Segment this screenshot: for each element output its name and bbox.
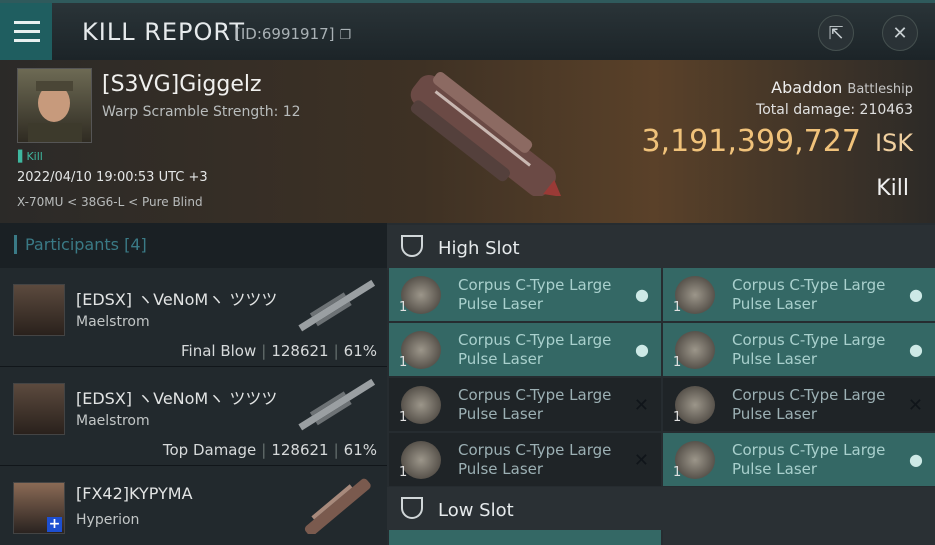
warp-scramble: Warp Scramble Strength: 12 <box>102 104 301 120</box>
victim-ship-image[interactable] <box>380 68 580 196</box>
module-item[interactable]: 1 Corpus C-Type Large Pulse Laser ● <box>389 268 661 321</box>
person-icon: ● <box>909 285 923 304</box>
high-slot-icon <box>401 235 423 257</box>
result-label: Kill <box>876 176 909 201</box>
participant-stats: Final Blow | 128621 | 61% <box>181 342 377 360</box>
module-item[interactable]: 1 Corpus C-Type Large Pulse Laser ● <box>663 268 935 321</box>
module-item[interactable] <box>389 530 661 545</box>
participant-name: [FX42]KYPYMA <box>76 484 193 503</box>
participant-avatar <box>13 284 65 336</box>
total-damage: Total damage: 210463 <box>756 102 913 118</box>
module-item[interactable]: 1 Corpus C-Type Large Pulse Laser ● <box>663 323 935 376</box>
copy-icon[interactable]: ❐ <box>339 28 351 43</box>
participant-row[interactable]: + [FX42]KYPYMA Hyperion <box>0 466 387 545</box>
low-slot-heading: Low Slot <box>387 487 935 530</box>
participant-ship-image <box>298 279 376 332</box>
module-item[interactable]: 1 Corpus C-Type Large Pulse Laser ● <box>389 323 661 376</box>
x-icon: ✕ <box>633 450 649 471</box>
share-icon[interactable]: ⇱ <box>818 15 854 51</box>
participant-ship: Hyperion <box>76 512 140 528</box>
person-icon: ● <box>635 340 649 359</box>
participant-row[interactable]: [EDSX] ヽVeNoMヽ ツツツ Maelstrom Final Blow |… <box>0 268 387 367</box>
module-item[interactable]: 1 Corpus C-Type Large Pulse Laser ✕ <box>389 433 661 486</box>
participant-avatar <box>13 383 65 435</box>
module-item[interactable] <box>663 530 935 545</box>
window-title: KILL REPORT <box>82 18 245 46</box>
participant-name: [EDSX] ヽVeNoMヽ ツツツ <box>76 290 278 309</box>
participants-heading: Participants [4] <box>14 235 147 254</box>
x-icon: ✕ <box>907 395 923 416</box>
kill-location[interactable]: X-70MU < 38G6-L < Pure Blind <box>17 195 203 209</box>
module-item[interactable]: 1 Corpus C-Type Large Pulse Laser ✕ <box>663 378 935 431</box>
menu-icon[interactable] <box>0 3 52 60</box>
module-item[interactable]: 1 Corpus C-Type Large Pulse Laser ● <box>663 433 935 486</box>
participant-ship-image <box>298 378 376 431</box>
report-id[interactable]: [ID:6991917] ❐ <box>235 25 351 43</box>
close-icon[interactable]: ✕ <box>882 15 918 51</box>
victim-ship[interactable]: Abaddon Battleship <box>771 78 913 97</box>
participant-ship-image <box>304 478 371 534</box>
person-icon: ● <box>635 285 649 304</box>
participant-ship: Maelstrom <box>76 413 150 429</box>
victim-portrait[interactable] <box>17 68 92 143</box>
participant-ship: Maelstrom <box>76 314 150 330</box>
participant-row[interactable]: [EDSX] ヽVeNoMヽ ツツツ Maelstrom Top Damage |… <box>0 367 387 466</box>
person-icon: ● <box>909 450 923 469</box>
kill-tag: ▌Kill <box>18 150 43 163</box>
isk-value: 3,191,399,727 ISK <box>641 124 913 159</box>
high-slot-heading: High Slot <box>387 225 935 270</box>
kill-datetime: 2022/04/10 19:00:53 UTC +3 <box>17 170 208 185</box>
participant-stats: Top Damage | 128621 | 61% <box>162 441 377 459</box>
victim-name[interactable]: [S3VG]Giggelz <box>102 72 262 97</box>
plus-badge-icon: + <box>47 516 62 532</box>
module-item[interactable]: 1 Corpus C-Type Large Pulse Laser ✕ <box>389 378 661 431</box>
title-bar: KILL REPORT [ID:6991917] ❐ ⇱ ✕ <box>0 0 935 60</box>
participant-name: [EDSX] ヽVeNoMヽ ツツツ <box>76 389 278 408</box>
person-icon: ● <box>909 340 923 359</box>
x-icon: ✕ <box>633 395 649 416</box>
low-slot-icon <box>401 497 423 519</box>
